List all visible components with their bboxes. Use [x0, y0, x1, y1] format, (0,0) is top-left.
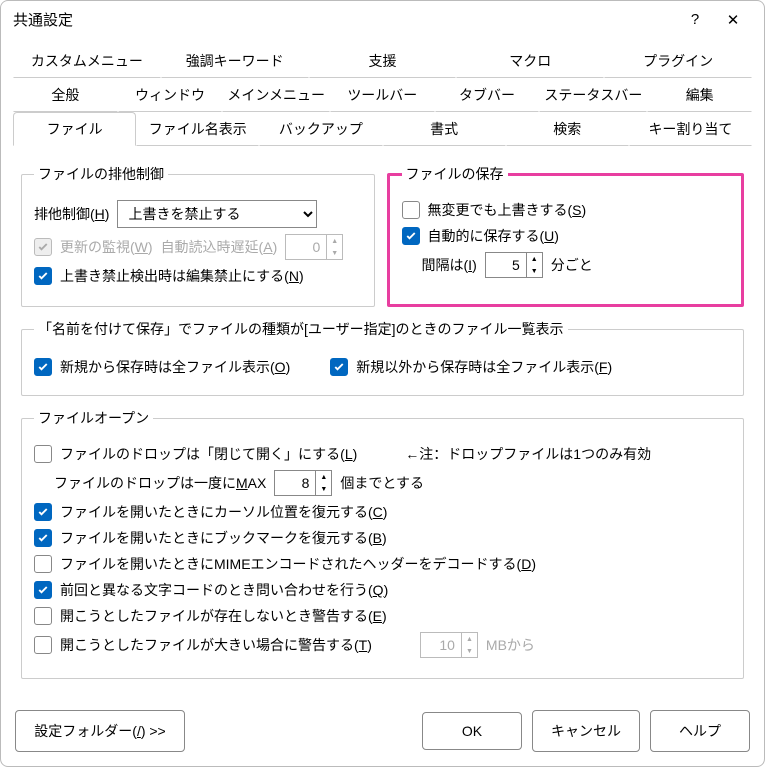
warn-big-label: 開こうとしたファイルが大きい場合に警告する(T) — [60, 635, 372, 655]
watch-update-checkbox — [34, 238, 52, 256]
tab-window[interactable]: ウィンドウ — [118, 78, 223, 112]
dialog-content: ファイルの排他制御 排他制御(H) 上書きを禁止する 更新の監視(W) 自動読込… — [1, 146, 764, 700]
settings-folder-button[interactable]: 設定フォルダー(/) >> — [15, 710, 185, 752]
tab-edit[interactable]: 編集 — [647, 78, 752, 112]
lock-on-protect-label: 上書き禁止検出時は編集禁止にする(N) — [60, 266, 304, 286]
watch-update-label: 更新の監視(W) — [60, 237, 153, 257]
warn-missing-checkbox[interactable] — [34, 607, 52, 625]
help-button[interactable]: ヘルプ — [650, 710, 750, 752]
tab-highlight[interactable]: 強調キーワード — [161, 44, 309, 78]
auto-save-label: 自動的に保存する(U) — [428, 226, 559, 246]
drop-max-suffix: 個までとする — [340, 473, 424, 493]
auto-save-interval-spinner[interactable]: ▲▼ — [485, 252, 543, 278]
drop-max-spinner[interactable]: ▲▼ — [274, 470, 332, 496]
restore-cursor-checkbox[interactable] — [34, 503, 52, 521]
tab-general[interactable]: 全般 — [13, 78, 118, 112]
group-open-legend: ファイルオープン — [34, 408, 153, 428]
button-bar: 設定フォルダー(/) >> OK キャンセル ヘルプ — [1, 700, 764, 766]
ask-encoding-checkbox[interactable] — [34, 581, 52, 599]
warn-missing-label: 開こうとしたファイルが存在しないとき警告する(E) — [60, 606, 387, 626]
new-all-files-checkbox[interactable] — [34, 358, 52, 376]
drop-close-open-label: ファイルのドロップは「閉じて開く」にする(L) — [60, 444, 357, 464]
tab-strip: カスタムメニュー 強調キーワード 支援 マクロ プラグイン 全般 ウィンドウ メ… — [1, 38, 764, 146]
warn-big-spinner: ▲▼ — [420, 632, 478, 658]
group-saveas: 「名前を付けて保存」でファイルの種類が[ユーザー指定]のときのファイル一覧表示 … — [21, 319, 744, 396]
group-saveas-legend: 「名前を付けて保存」でファイルの種類が[ユーザー指定]のときのファイル一覧表示 — [34, 319, 568, 339]
lock-on-protect-checkbox[interactable] — [34, 267, 52, 285]
group-exclusive-legend: ファイルの排他制御 — [34, 164, 168, 184]
nonnew-all-files-checkbox[interactable] — [330, 358, 348, 376]
mime-decode-checkbox[interactable] — [34, 555, 52, 573]
warn-big-checkbox[interactable] — [34, 636, 52, 654]
tab-format[interactable]: 書式 — [383, 112, 506, 146]
auto-reload-delay-label: 自動読込時遅延(A) — [161, 237, 278, 257]
overwrite-unchanged-label: 無変更でも上書きする(S) — [428, 200, 587, 220]
auto-save-interval-label: 間隔は(I) — [422, 255, 477, 275]
auto-reload-delay-spinner: ▲▼ — [285, 234, 343, 260]
close-icon[interactable]: ✕ — [714, 11, 752, 29]
drop-close-open-checkbox[interactable] — [34, 445, 52, 463]
tab-plugin[interactable]: プラグイン — [604, 44, 752, 78]
restore-bookmark-checkbox[interactable] — [34, 529, 52, 547]
group-save-legend: ファイルの保存 — [402, 164, 508, 184]
restore-bookmark-label: ファイルを開いたときにブックマークを復元する(B) — [60, 528, 387, 548]
tab-search[interactable]: 検索 — [506, 112, 629, 146]
group-open: ファイルオープン ファイルのドロップは「閉じて開く」にする(L) ←注：ドロップ… — [21, 408, 744, 679]
warn-big-suffix: MBから — [486, 635, 535, 655]
exclusive-mode-select[interactable]: 上書きを禁止する — [117, 200, 317, 228]
tab-support[interactable]: 支援 — [309, 44, 457, 78]
help-icon[interactable]: ? — [676, 11, 714, 28]
titlebar: 共通設定 ? ✕ — [1, 1, 764, 38]
auto-save-interval-suffix: 分ごと — [551, 255, 593, 275]
tab-tabbar[interactable]: タブバー — [435, 78, 540, 112]
tab-statusbar[interactable]: ステータスバー — [539, 78, 647, 112]
tab-file[interactable]: ファイル — [13, 112, 136, 146]
tab-macro[interactable]: マクロ — [456, 44, 604, 78]
cancel-button[interactable]: キャンセル — [532, 710, 640, 752]
restore-cursor-label: ファイルを開いたときにカーソル位置を復元する(C) — [60, 502, 387, 522]
tab-filename[interactable]: ファイル名表示 — [136, 112, 259, 146]
nonnew-all-files-label: 新規以外から保存時は全ファイル表示(F) — [356, 357, 612, 377]
overwrite-unchanged-checkbox[interactable] — [402, 201, 420, 219]
group-save: ファイルの保存 無変更でも上書きする(S) 自動的に保存する(U) 間隔は(I)… — [387, 164, 745, 307]
new-all-files-label: 新規から保存時は全ファイル表示(O) — [60, 357, 290, 377]
auto-save-checkbox[interactable] — [402, 227, 420, 245]
tab-main-menu[interactable]: メインメニュー — [222, 78, 330, 112]
drop-max-label: ファイルのドロップは一度にMAX — [54, 473, 266, 493]
group-exclusive: ファイルの排他制御 排他制御(H) 上書きを禁止する 更新の監視(W) 自動読込… — [21, 164, 375, 307]
tab-keybind[interactable]: キー割り当て — [629, 112, 752, 146]
mime-decode-label: ファイルを開いたときにMIMEエンコードされたヘッダーをデコードする(D) — [60, 554, 536, 574]
tab-toolbar[interactable]: ツールバー — [330, 78, 435, 112]
ask-encoding-label: 前回と異なる文字コードのとき問い合わせを行う(Q) — [60, 580, 388, 600]
exclusive-mode-label: 排他制御(H) — [34, 204, 109, 224]
window-title: 共通設定 — [13, 9, 676, 30]
tab-custom-menu[interactable]: カスタムメニュー — [13, 44, 161, 78]
tab-backup[interactable]: バックアップ — [259, 112, 382, 146]
dialog-window: 共通設定 ? ✕ カスタムメニュー 強調キーワード 支援 マクロ プラグイン 全… — [0, 0, 765, 767]
ok-button[interactable]: OK — [422, 712, 522, 750]
drop-note: ←注：ドロップファイルは1つのみ有効 — [405, 444, 651, 464]
